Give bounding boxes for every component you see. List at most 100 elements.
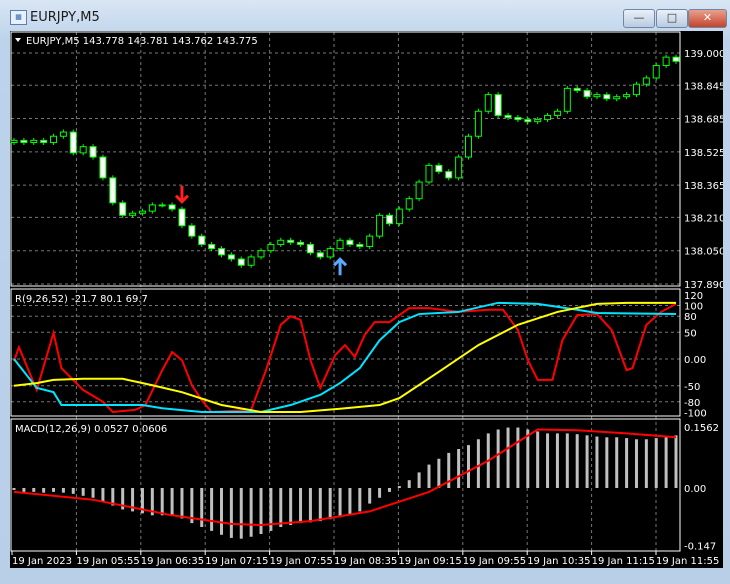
candle-body bbox=[119, 202, 127, 216]
candle-body bbox=[395, 208, 403, 225]
candle-body bbox=[346, 239, 354, 245]
chart-window: ▦ EURJPY,M5 — □ ✕ 139.000 138.845 138.685 1… bbox=[0, 0, 730, 584]
candle-body bbox=[306, 243, 314, 254]
oscillator-tick-label: 80 bbox=[684, 312, 697, 323]
candle-body bbox=[316, 252, 324, 258]
oscillator-tick-label: 120 bbox=[684, 291, 703, 302]
candle-body bbox=[40, 139, 48, 143]
candle-body bbox=[652, 64, 660, 79]
candle-body bbox=[297, 241, 305, 245]
chart-canvas[interactable]: 139.000 138.845 138.685 138.525 138.365 138.2… bbox=[10, 31, 723, 568]
candle-body bbox=[188, 225, 196, 237]
candle-body bbox=[69, 131, 77, 154]
candle-body bbox=[287, 239, 295, 243]
time-tick-label: 19 Jan 11:55 bbox=[656, 556, 719, 567]
close-button[interactable]: ✕ bbox=[688, 9, 727, 28]
time-tick-label: 19 Jan 07:15 bbox=[205, 556, 268, 567]
candle-body bbox=[553, 110, 561, 116]
price-tick-label: 137.890 bbox=[684, 280, 723, 291]
macd-tick-label: 0.00 bbox=[684, 484, 706, 495]
candle-body bbox=[583, 89, 591, 98]
candle-body bbox=[158, 204, 166, 207]
candle-body bbox=[366, 235, 374, 248]
candle-body bbox=[494, 94, 502, 116]
price-tick-label: 138.685 bbox=[684, 115, 723, 126]
time-tick-label: 19 Jan 11:15 bbox=[592, 556, 655, 567]
candle-body bbox=[405, 198, 413, 210]
candle-body bbox=[445, 171, 453, 179]
candle-body bbox=[257, 250, 265, 258]
price-tick-label: 138.365 bbox=[684, 181, 723, 192]
candle-body bbox=[385, 214, 393, 225]
candle-body bbox=[109, 177, 117, 204]
chart-app-icon: ▦ bbox=[10, 10, 27, 25]
maximize-button[interactable]: □ bbox=[656, 9, 688, 28]
candle-body bbox=[247, 256, 255, 266]
oscillator-tick-label: -80 bbox=[684, 398, 700, 409]
oscillator-title: R(9,26,52) -21.7 80.1 69.7 bbox=[15, 294, 148, 305]
time-tick-label: 19 Jan 08:35 bbox=[334, 556, 397, 567]
candle-body bbox=[356, 243, 364, 248]
time-tick-label: 19 Jan 10:35 bbox=[527, 556, 590, 567]
candle-body bbox=[237, 258, 245, 266]
candle-body bbox=[504, 114, 512, 119]
oscillator-tick-label: -100 bbox=[684, 409, 707, 420]
candle-body bbox=[10, 139, 18, 143]
minimize-button[interactable]: — bbox=[623, 9, 655, 28]
price-tick-label: 138.210 bbox=[684, 213, 723, 224]
candle-body bbox=[415, 181, 423, 200]
time-tick-label: 19 Jan 2023 bbox=[12, 556, 72, 567]
candle-body bbox=[544, 114, 552, 121]
candle-body bbox=[277, 239, 285, 245]
candle-body bbox=[484, 94, 492, 112]
macd-tick-label: 0.1562 bbox=[684, 423, 719, 434]
candle-body bbox=[50, 135, 58, 143]
candle-body bbox=[524, 119, 532, 123]
candle-body bbox=[672, 56, 680, 62]
candle-body bbox=[425, 164, 433, 183]
candle-body bbox=[89, 146, 97, 158]
candle-body bbox=[455, 156, 463, 179]
price-tick-label: 139.000 bbox=[684, 49, 723, 60]
candle-body bbox=[603, 94, 611, 100]
price-tick-label: 138.845 bbox=[684, 81, 723, 92]
candle-body bbox=[474, 110, 482, 137]
candle-body bbox=[198, 235, 206, 245]
candle-body bbox=[138, 210, 146, 214]
candle-body bbox=[168, 204, 176, 210]
candle-body bbox=[642, 77, 650, 85]
candle-body bbox=[376, 214, 384, 237]
oscillator-tick-label: 100 bbox=[684, 302, 703, 313]
candle-body bbox=[267, 243, 275, 252]
candle-body bbox=[623, 94, 631, 98]
candle-body bbox=[129, 212, 137, 216]
candle-body bbox=[326, 248, 334, 258]
window-title: EURJPY,M5 bbox=[30, 10, 100, 25]
candle-body bbox=[534, 119, 542, 123]
candle-body bbox=[227, 254, 235, 260]
time-tick-label: 19 Jan 07:55 bbox=[270, 556, 333, 567]
candle-body bbox=[217, 248, 225, 256]
price-tick-label: 138.525 bbox=[684, 148, 723, 159]
time-tick-label: 19 Jan 09:15 bbox=[398, 556, 461, 567]
candle-body bbox=[59, 131, 67, 137]
candle-body bbox=[514, 117, 522, 121]
price-tick-label: 138.050 bbox=[684, 247, 723, 258]
candle-body bbox=[99, 156, 107, 179]
candle-body bbox=[465, 135, 473, 158]
candle-body bbox=[435, 164, 443, 173]
time-tick-label: 19 Jan 05:55 bbox=[76, 556, 139, 567]
time-tick-label: 19 Jan 06:35 bbox=[141, 556, 204, 567]
macd-title: MACD(12,26,9) 0.0527 0.0606 bbox=[15, 424, 167, 435]
candle-body bbox=[632, 83, 640, 96]
candle-body bbox=[573, 87, 581, 91]
candle-body bbox=[563, 87, 571, 112]
candle-body bbox=[662, 56, 670, 66]
time-tick-label: 19 Jan 09:55 bbox=[463, 556, 526, 567]
candle-body bbox=[20, 139, 28, 143]
candle-body bbox=[30, 139, 38, 143]
candle-body bbox=[336, 239, 344, 250]
oscillator-tick-label: 50 bbox=[684, 328, 697, 339]
chart-header: EURJPY,M5 143.778 143.781 143.762 143.77… bbox=[26, 36, 258, 47]
candle-body bbox=[178, 208, 186, 227]
